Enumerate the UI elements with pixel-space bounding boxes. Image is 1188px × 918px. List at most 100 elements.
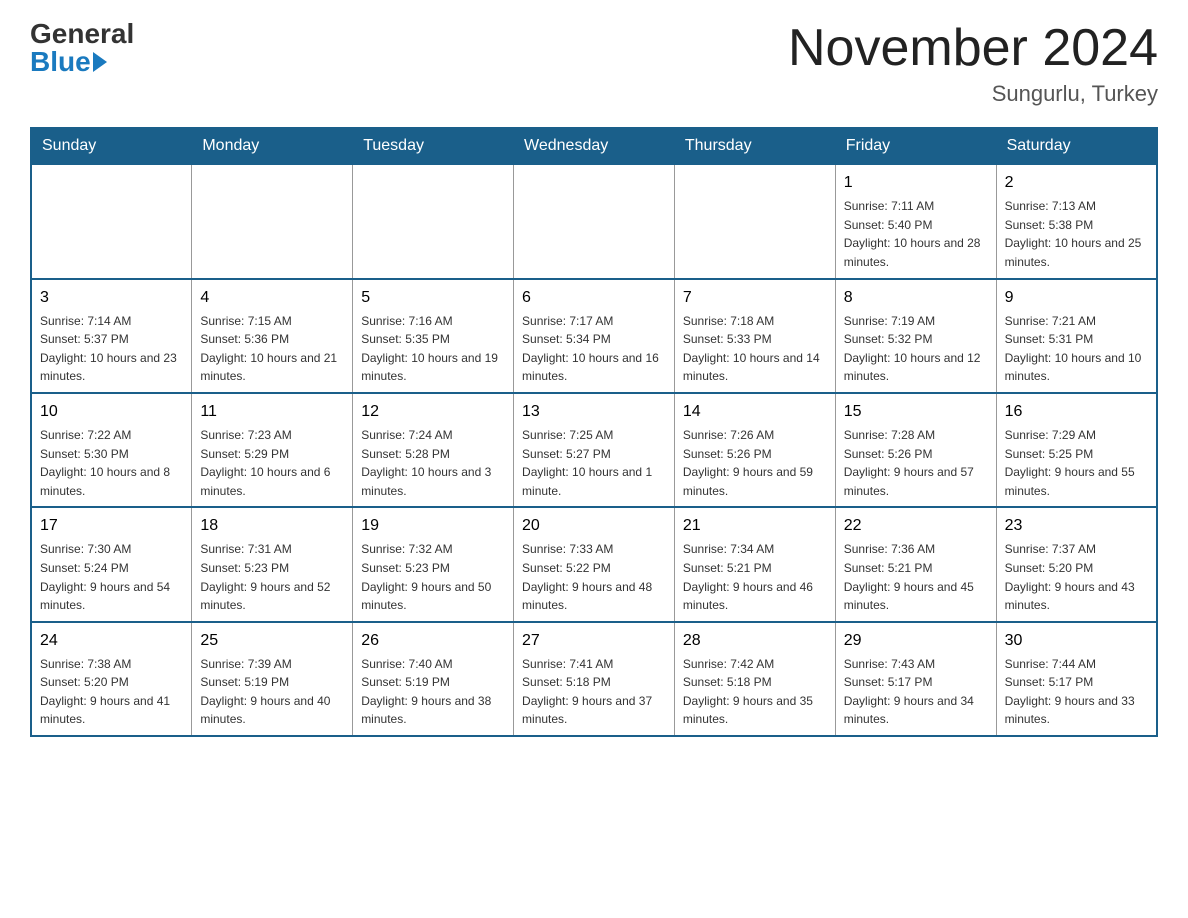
day-sun-info: Sunrise: 7:17 AM Sunset: 5:34 PM Dayligh… xyxy=(522,312,666,386)
day-number: 10 xyxy=(40,400,183,424)
day-number: 20 xyxy=(522,514,666,538)
day-number: 19 xyxy=(361,514,505,538)
logo: General Blue xyxy=(30,20,134,76)
day-sun-info: Sunrise: 7:31 AM Sunset: 5:23 PM Dayligh… xyxy=(200,540,344,614)
calendar-day-cell: 6Sunrise: 7:17 AM Sunset: 5:34 PM Daylig… xyxy=(514,279,675,393)
calendar-day-cell: 14Sunrise: 7:26 AM Sunset: 5:26 PM Dayli… xyxy=(674,393,835,507)
calendar-day-cell xyxy=(514,164,675,278)
day-sun-info: Sunrise: 7:16 AM Sunset: 5:35 PM Dayligh… xyxy=(361,312,505,386)
day-sun-info: Sunrise: 7:30 AM Sunset: 5:24 PM Dayligh… xyxy=(40,540,183,614)
page-header: General Blue November 2024 Sungurlu, Tur… xyxy=(30,20,1158,107)
calendar-day-cell: 23Sunrise: 7:37 AM Sunset: 5:20 PM Dayli… xyxy=(996,507,1157,621)
day-sun-info: Sunrise: 7:23 AM Sunset: 5:29 PM Dayligh… xyxy=(200,426,344,500)
calendar-table: SundayMondayTuesdayWednesdayThursdayFrid… xyxy=(30,127,1158,737)
day-number: 28 xyxy=(683,629,827,653)
calendar-weekday-header: Friday xyxy=(835,128,996,164)
calendar-week-row: 10Sunrise: 7:22 AM Sunset: 5:30 PM Dayli… xyxy=(31,393,1157,507)
title-section: November 2024 Sungurlu, Turkey xyxy=(788,20,1158,107)
calendar-day-cell: 1Sunrise: 7:11 AM Sunset: 5:40 PM Daylig… xyxy=(835,164,996,278)
logo-arrow-icon xyxy=(93,52,107,72)
day-number: 15 xyxy=(844,400,988,424)
day-number: 8 xyxy=(844,286,988,310)
day-sun-info: Sunrise: 7:41 AM Sunset: 5:18 PM Dayligh… xyxy=(522,655,666,729)
calendar-day-cell xyxy=(674,164,835,278)
calendar-day-cell: 15Sunrise: 7:28 AM Sunset: 5:26 PM Dayli… xyxy=(835,393,996,507)
calendar-week-row: 1Sunrise: 7:11 AM Sunset: 5:40 PM Daylig… xyxy=(31,164,1157,278)
day-number: 30 xyxy=(1005,629,1148,653)
day-sun-info: Sunrise: 7:33 AM Sunset: 5:22 PM Dayligh… xyxy=(522,540,666,614)
day-sun-info: Sunrise: 7:36 AM Sunset: 5:21 PM Dayligh… xyxy=(844,540,988,614)
calendar-day-cell: 25Sunrise: 7:39 AM Sunset: 5:19 PM Dayli… xyxy=(192,622,353,736)
calendar-day-cell xyxy=(192,164,353,278)
day-number: 13 xyxy=(522,400,666,424)
day-sun-info: Sunrise: 7:37 AM Sunset: 5:20 PM Dayligh… xyxy=(1005,540,1148,614)
day-sun-info: Sunrise: 7:34 AM Sunset: 5:21 PM Dayligh… xyxy=(683,540,827,614)
calendar-day-cell xyxy=(31,164,192,278)
day-number: 17 xyxy=(40,514,183,538)
calendar-day-cell: 18Sunrise: 7:31 AM Sunset: 5:23 PM Dayli… xyxy=(192,507,353,621)
calendar-weekday-header: Tuesday xyxy=(353,128,514,164)
day-number: 12 xyxy=(361,400,505,424)
calendar-day-cell: 26Sunrise: 7:40 AM Sunset: 5:19 PM Dayli… xyxy=(353,622,514,736)
day-number: 11 xyxy=(200,400,344,424)
day-number: 29 xyxy=(844,629,988,653)
calendar-day-cell: 8Sunrise: 7:19 AM Sunset: 5:32 PM Daylig… xyxy=(835,279,996,393)
day-sun-info: Sunrise: 7:32 AM Sunset: 5:23 PM Dayligh… xyxy=(361,540,505,614)
day-number: 26 xyxy=(361,629,505,653)
calendar-day-cell: 27Sunrise: 7:41 AM Sunset: 5:18 PM Dayli… xyxy=(514,622,675,736)
day-sun-info: Sunrise: 7:19 AM Sunset: 5:32 PM Dayligh… xyxy=(844,312,988,386)
day-sun-info: Sunrise: 7:42 AM Sunset: 5:18 PM Dayligh… xyxy=(683,655,827,729)
day-number: 4 xyxy=(200,286,344,310)
day-number: 24 xyxy=(40,629,183,653)
day-sun-info: Sunrise: 7:43 AM Sunset: 5:17 PM Dayligh… xyxy=(844,655,988,729)
calendar-week-row: 3Sunrise: 7:14 AM Sunset: 5:37 PM Daylig… xyxy=(31,279,1157,393)
day-number: 3 xyxy=(40,286,183,310)
calendar-day-cell: 9Sunrise: 7:21 AM Sunset: 5:31 PM Daylig… xyxy=(996,279,1157,393)
calendar-week-row: 24Sunrise: 7:38 AM Sunset: 5:20 PM Dayli… xyxy=(31,622,1157,736)
day-number: 5 xyxy=(361,286,505,310)
calendar-day-cell: 28Sunrise: 7:42 AM Sunset: 5:18 PM Dayli… xyxy=(674,622,835,736)
day-sun-info: Sunrise: 7:40 AM Sunset: 5:19 PM Dayligh… xyxy=(361,655,505,729)
day-sun-info: Sunrise: 7:24 AM Sunset: 5:28 PM Dayligh… xyxy=(361,426,505,500)
calendar-day-cell xyxy=(353,164,514,278)
day-sun-info: Sunrise: 7:28 AM Sunset: 5:26 PM Dayligh… xyxy=(844,426,988,500)
calendar-day-cell: 10Sunrise: 7:22 AM Sunset: 5:30 PM Dayli… xyxy=(31,393,192,507)
calendar-day-cell: 4Sunrise: 7:15 AM Sunset: 5:36 PM Daylig… xyxy=(192,279,353,393)
calendar-weekday-header: Wednesday xyxy=(514,128,675,164)
day-number: 27 xyxy=(522,629,666,653)
day-number: 22 xyxy=(844,514,988,538)
day-sun-info: Sunrise: 7:11 AM Sunset: 5:40 PM Dayligh… xyxy=(844,197,988,271)
day-number: 6 xyxy=(522,286,666,310)
calendar-day-cell: 13Sunrise: 7:25 AM Sunset: 5:27 PM Dayli… xyxy=(514,393,675,507)
calendar-day-cell: 12Sunrise: 7:24 AM Sunset: 5:28 PM Dayli… xyxy=(353,393,514,507)
day-sun-info: Sunrise: 7:13 AM Sunset: 5:38 PM Dayligh… xyxy=(1005,197,1148,271)
calendar-weekday-header: Monday xyxy=(192,128,353,164)
calendar-day-cell: 17Sunrise: 7:30 AM Sunset: 5:24 PM Dayli… xyxy=(31,507,192,621)
day-sun-info: Sunrise: 7:22 AM Sunset: 5:30 PM Dayligh… xyxy=(40,426,183,500)
location-text: Sungurlu, Turkey xyxy=(788,81,1158,107)
day-sun-info: Sunrise: 7:18 AM Sunset: 5:33 PM Dayligh… xyxy=(683,312,827,386)
calendar-day-cell: 30Sunrise: 7:44 AM Sunset: 5:17 PM Dayli… xyxy=(996,622,1157,736)
day-sun-info: Sunrise: 7:38 AM Sunset: 5:20 PM Dayligh… xyxy=(40,655,183,729)
calendar-day-cell: 7Sunrise: 7:18 AM Sunset: 5:33 PM Daylig… xyxy=(674,279,835,393)
calendar-day-cell: 5Sunrise: 7:16 AM Sunset: 5:35 PM Daylig… xyxy=(353,279,514,393)
day-sun-info: Sunrise: 7:15 AM Sunset: 5:36 PM Dayligh… xyxy=(200,312,344,386)
logo-blue-text: Blue xyxy=(30,48,107,76)
day-number: 23 xyxy=(1005,514,1148,538)
calendar-day-cell: 21Sunrise: 7:34 AM Sunset: 5:21 PM Dayli… xyxy=(674,507,835,621)
calendar-week-row: 17Sunrise: 7:30 AM Sunset: 5:24 PM Dayli… xyxy=(31,507,1157,621)
day-number: 18 xyxy=(200,514,344,538)
day-sun-info: Sunrise: 7:25 AM Sunset: 5:27 PM Dayligh… xyxy=(522,426,666,500)
day-number: 2 xyxy=(1005,171,1148,195)
day-number: 1 xyxy=(844,171,988,195)
calendar-weekday-header: Saturday xyxy=(996,128,1157,164)
logo-general-text: General xyxy=(30,20,134,48)
calendar-day-cell: 2Sunrise: 7:13 AM Sunset: 5:38 PM Daylig… xyxy=(996,164,1157,278)
calendar-header-row: SundayMondayTuesdayWednesdayThursdayFrid… xyxy=(31,128,1157,164)
day-sun-info: Sunrise: 7:26 AM Sunset: 5:26 PM Dayligh… xyxy=(683,426,827,500)
day-number: 16 xyxy=(1005,400,1148,424)
calendar-day-cell: 20Sunrise: 7:33 AM Sunset: 5:22 PM Dayli… xyxy=(514,507,675,621)
calendar-day-cell: 19Sunrise: 7:32 AM Sunset: 5:23 PM Dayli… xyxy=(353,507,514,621)
calendar-day-cell: 11Sunrise: 7:23 AM Sunset: 5:29 PM Dayli… xyxy=(192,393,353,507)
day-number: 21 xyxy=(683,514,827,538)
